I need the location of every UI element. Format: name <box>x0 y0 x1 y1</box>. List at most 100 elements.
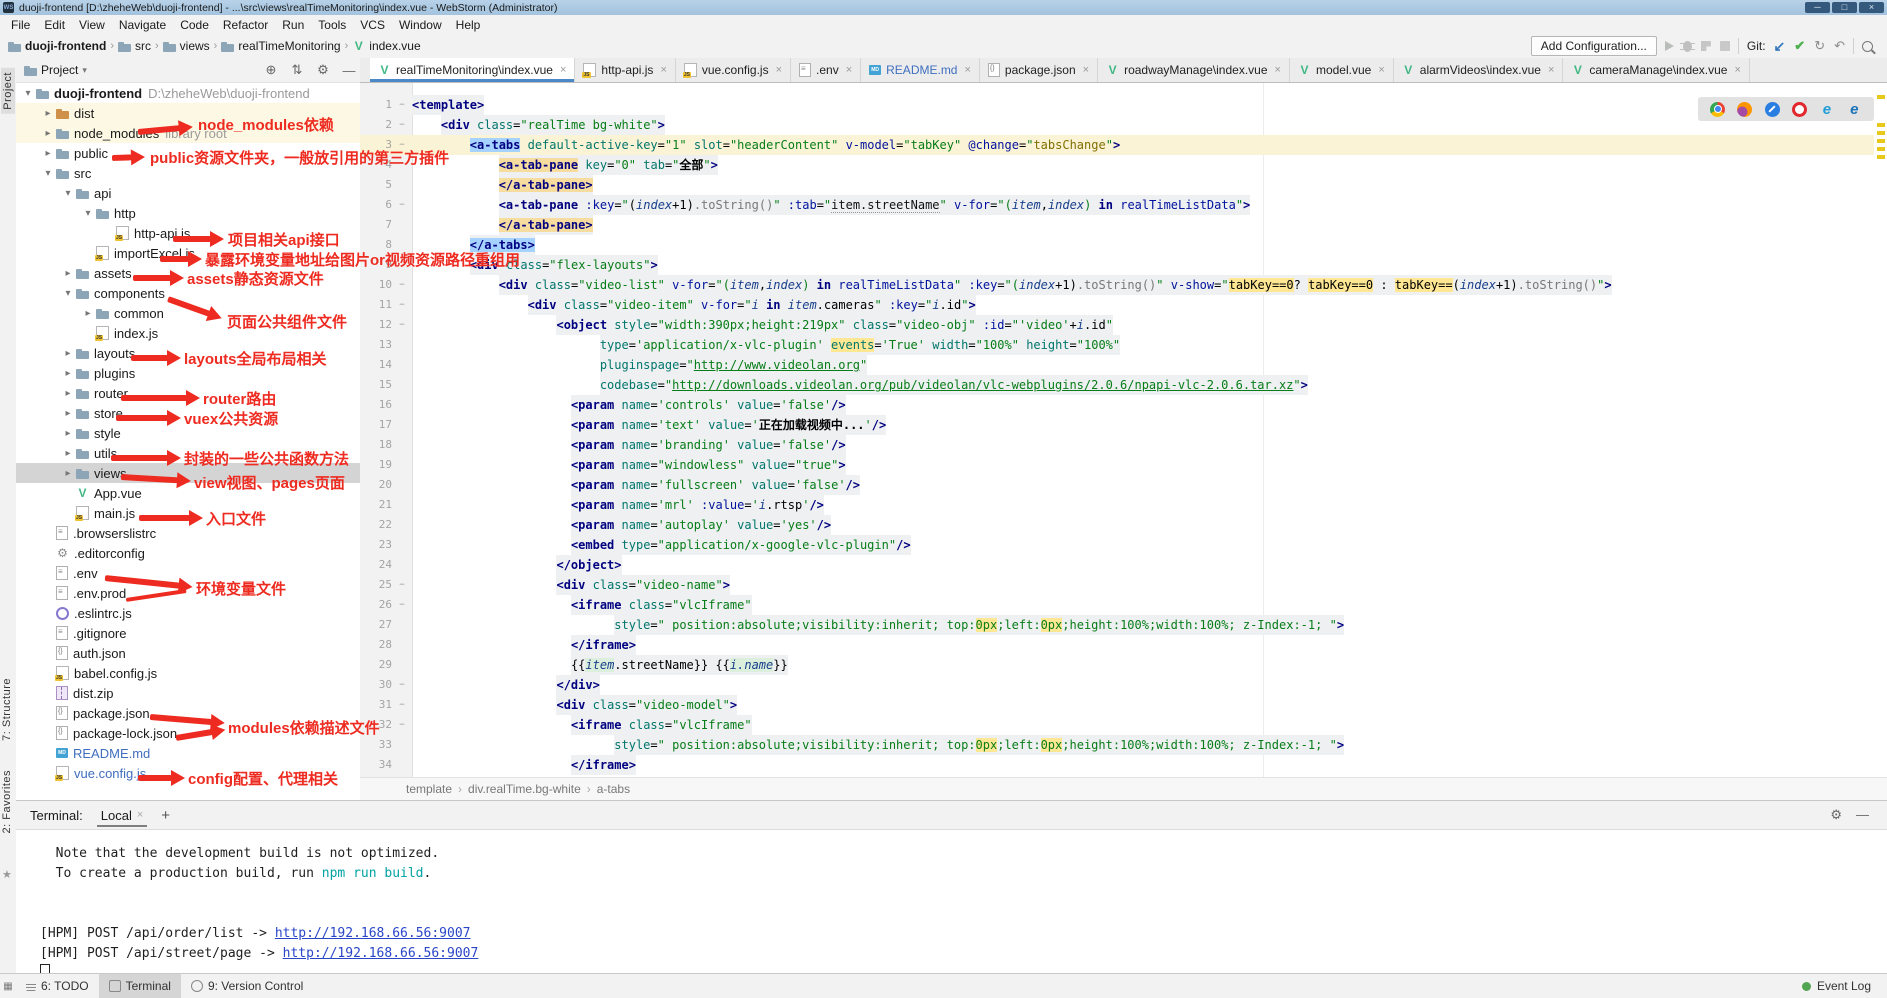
tree-chevron-icon[interactable]: ▾ <box>40 168 56 179</box>
profile-icon[interactable] <box>1701 41 1711 51</box>
tree-item-http-api.js[interactable]: http-api.js <box>16 223 360 243</box>
terminal-button[interactable]: Terminal <box>99 974 181 998</box>
tree-chevron-icon[interactable]: ▸ <box>60 268 76 279</box>
code-line[interactable]: 14pluginspage="http://www.videolan.org" <box>360 355 1874 375</box>
tree-chevron-icon[interactable]: ▾ <box>20 88 36 99</box>
menu-view[interactable]: View <box>72 18 112 32</box>
close-button[interactable]: × <box>1859 2 1884 13</box>
tree-item-importexcel.js[interactable]: importExcel.js <box>16 243 360 263</box>
code-line[interactable]: 20<param name='fullscreen' value='false'… <box>360 475 1874 495</box>
fold-icon[interactable]: − <box>392 295 412 315</box>
event-log-button[interactable]: Event Log <box>1802 979 1887 993</box>
breadcrumb-item[interactable]: duoji-frontend <box>8 39 106 53</box>
editor-body[interactable]: 1−<template>2−<div class="realTime bg-wh… <box>360 83 1887 778</box>
tree-chevron-icon[interactable]: ▸ <box>40 128 56 139</box>
editor-breadcrumb-item[interactable]: div.realTime.bg-white <box>468 782 581 796</box>
code-line[interactable]: 12−<object style="width:390px;height:219… <box>360 315 1874 335</box>
warning-stripe-mark[interactable] <box>1877 123 1885 127</box>
terminal-link[interactable]: http://192.168.66.56:9007 <box>275 926 471 941</box>
fold-icon[interactable]: − <box>392 715 412 735</box>
editor-tab-roadwaymanage-index.vue[interactable]: VroadwayManage\index.vue× <box>1098 58 1290 82</box>
close-tab-icon[interactable]: × <box>560 64 566 76</box>
search-everywhere-icon[interactable] <box>1862 41 1873 52</box>
tool-stripe-favorites[interactable]: 2: Favorites <box>1 770 13 833</box>
code-line[interactable]: 22<param name='autoplay' value='yes'/> <box>360 515 1874 535</box>
ie-icon[interactable]: e <box>1847 102 1862 117</box>
tree-chevron-icon[interactable]: ▸ <box>60 468 76 479</box>
close-tab-icon[interactable]: × <box>1275 64 1281 76</box>
close-tab-icon[interactable]: × <box>1734 64 1740 76</box>
opera-icon[interactable] <box>1792 102 1807 117</box>
code-line[interactable]: 34</iframe> <box>360 755 1874 775</box>
fold-icon[interactable]: − <box>392 675 412 695</box>
code-line[interactable]: 1−<template> <box>360 95 1874 115</box>
code-line[interactable]: 30−</div> <box>360 675 1874 695</box>
menu-refactor[interactable]: Refactor <box>216 18 275 32</box>
code-line[interactable]: 26−<iframe class="vlcIframe" <box>360 595 1874 615</box>
code-line[interactable]: 2−<div class="realTime bg-white"> <box>360 115 1874 135</box>
editor-tab-realtimemonitoring-index.vue[interactable]: VrealTimeMonitoring\index.vue× <box>370 58 575 82</box>
git-history-icon[interactable]: ↻ <box>1814 38 1825 54</box>
code-line[interactable]: 3−<a-tabs default-active-key="1" slot="h… <box>360 135 1874 155</box>
debug-icon[interactable] <box>1683 41 1692 52</box>
code-line[interactable]: 11−<div class="video-item" v-for="i in i… <box>360 295 1874 315</box>
close-tab-icon[interactable]: × <box>964 64 970 76</box>
tree-item-.browserslistrc[interactable]: .browserslistrc <box>16 523 360 543</box>
breadcrumb-item[interactable]: views <box>163 39 210 53</box>
code-line[interactable]: 4<a-tab-pane key="0" tab="全部"> <box>360 155 1874 175</box>
code-line[interactable]: 33style=" position:absolute;visibility:i… <box>360 735 1874 755</box>
tree-item-vue.config.js[interactable]: vue.config.js <box>16 763 360 783</box>
tree-item-http[interactable]: ▾http <box>16 203 360 223</box>
editor-breadcrumb-item[interactable]: template <box>406 782 452 796</box>
tree-item-babel.config.js[interactable]: babel.config.js <box>16 663 360 683</box>
warning-stripe-mark[interactable] <box>1877 131 1885 135</box>
safari-icon[interactable] <box>1765 102 1780 117</box>
stop-icon[interactable] <box>1720 41 1730 51</box>
locate-file-icon[interactable]: ⊕ <box>260 62 282 78</box>
tree-item-utils[interactable]: ▸utils <box>16 443 360 463</box>
tree-item-node-modules[interactable]: ▸node_moduleslibrary root <box>16 123 360 143</box>
menu-window[interactable]: Window <box>392 18 449 32</box>
code-line[interactable]: 25−<div class="video-name"> <box>360 575 1874 595</box>
tree-item-.env[interactable]: .env <box>16 563 360 583</box>
new-terminal-icon[interactable]: + <box>161 807 170 824</box>
tree-item-package.json[interactable]: package.json <box>16 703 360 723</box>
editor-tab-vue.config.js[interactable]: vue.config.js× <box>676 58 791 82</box>
minimize-button[interactable]: ─ <box>1805 2 1830 13</box>
code-line[interactable]: 9<div class="flex-layouts"> <box>360 255 1874 275</box>
code-line[interactable]: 18<param name='branding' value='false'/> <box>360 435 1874 455</box>
fold-icon[interactable]: − <box>392 115 412 135</box>
maximize-button[interactable]: □ <box>1832 2 1857 13</box>
collapse-all-icon[interactable]: ⇅ <box>286 62 308 78</box>
project-view-dropdown-icon[interactable]: ▾ <box>82 65 87 76</box>
close-tab-icon[interactable]: × <box>846 64 852 76</box>
fold-icon[interactable]: − <box>392 595 412 615</box>
breadcrumb-item[interactable]: realTimeMonitoring <box>221 39 340 53</box>
hide-panel-icon[interactable]: — <box>338 63 360 78</box>
tree-chevron-icon[interactable]: ▾ <box>60 288 76 299</box>
editor-tab-http-api.js[interactable]: http-api.js× <box>575 58 675 82</box>
menu-navigate[interactable]: Navigate <box>112 18 173 32</box>
code-line[interactable]: 23<embed type="application/x-google-vlc-… <box>360 535 1874 555</box>
tree-item-main.js[interactable]: main.js <box>16 503 360 523</box>
menu-vcs[interactable]: VCS <box>353 18 392 32</box>
tree-item-common[interactable]: ▸common <box>16 303 360 323</box>
fold-icon[interactable]: − <box>392 195 412 215</box>
tree-item-router[interactable]: ▸router <box>16 383 360 403</box>
fold-icon[interactable]: − <box>392 95 412 115</box>
code-line[interactable]: 21<param name='mrl' :value='i.rtsp'/> <box>360 495 1874 515</box>
editor-tab-package.json[interactable]: package.json× <box>980 58 1098 82</box>
tree-chevron-icon[interactable]: ▸ <box>40 148 56 159</box>
editor-tab-cameramanage-index.vue[interactable]: VcameraManage\index.vue× <box>1563 58 1750 82</box>
edge-icon[interactable]: e <box>1819 102 1834 117</box>
status-corner-icon[interactable]: ▦ <box>0 981 16 992</box>
tree-item-api[interactable]: ▾api <box>16 183 360 203</box>
breadcrumb-item[interactable]: Vindex.vue <box>352 39 420 53</box>
tree-item-.gitignore[interactable]: .gitignore <box>16 623 360 643</box>
tree-chevron-icon[interactable]: ▸ <box>40 108 56 119</box>
tree-item-index.js[interactable]: index.js <box>16 323 360 343</box>
tree-item-public[interactable]: ▸public <box>16 143 360 163</box>
tree-item-auth.json[interactable]: auth.json <box>16 643 360 663</box>
tree-chevron-icon[interactable]: ▸ <box>60 348 76 359</box>
tree-chevron-icon[interactable]: ▸ <box>60 448 76 459</box>
